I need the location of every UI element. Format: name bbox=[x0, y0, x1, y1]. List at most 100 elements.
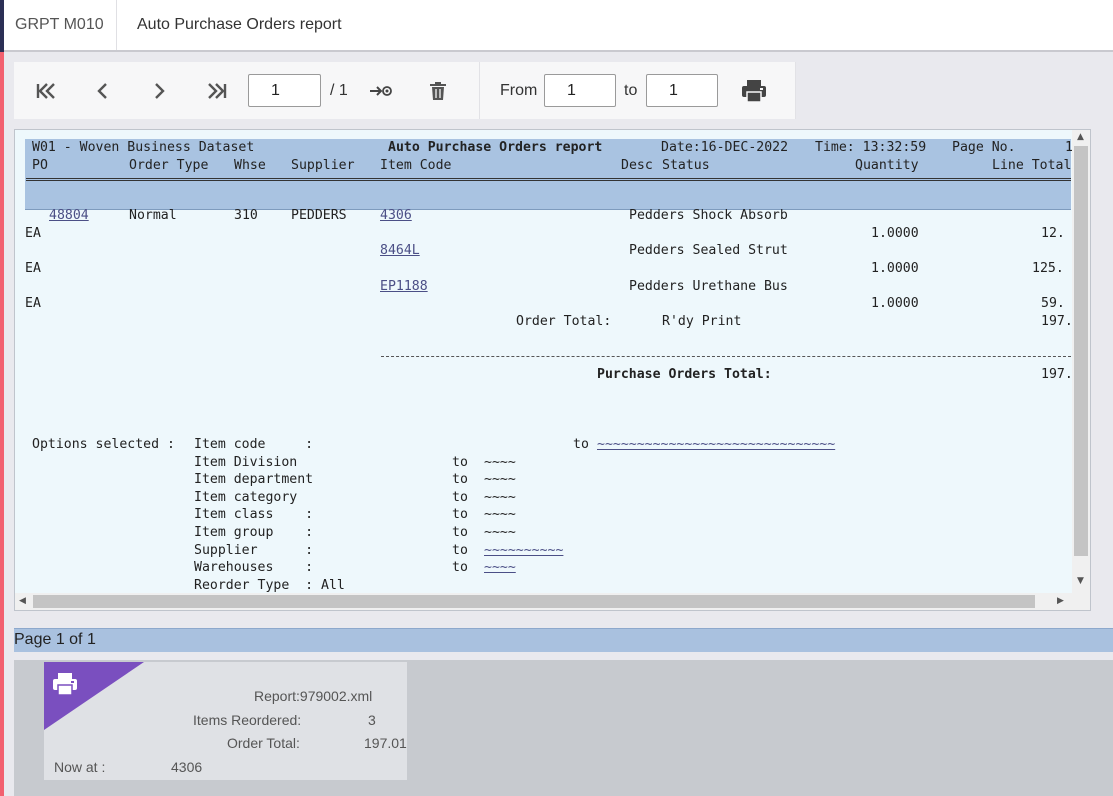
option-to: to bbox=[452, 507, 468, 522]
goto-page-icon bbox=[370, 86, 392, 96]
option-value[interactable]: ~~~~ bbox=[484, 559, 516, 576]
col-line-total: Line Total bbox=[992, 158, 1072, 173]
item-uom: EA bbox=[25, 261, 41, 276]
item-quantity: 1.0000 bbox=[871, 261, 919, 276]
horizontal-scroll-thumb[interactable] bbox=[33, 595, 1035, 608]
scroll-up-icon[interactable]: ▲ bbox=[1077, 132, 1084, 142]
col-desc: Desc bbox=[621, 158, 653, 173]
prev-page-button[interactable] bbox=[88, 76, 118, 106]
report-toolbar: / 1 From to bbox=[14, 62, 796, 119]
from-page-input[interactable] bbox=[544, 74, 616, 107]
option-value: ~~~~ bbox=[484, 490, 516, 505]
col-status: Status bbox=[662, 158, 710, 173]
option-value: ~~~~ bbox=[484, 472, 516, 487]
print-status-card: Report:979002.xml Items Reordered: 3 Ord… bbox=[44, 662, 407, 780]
grand-total-label: Purchase Orders Total: bbox=[597, 367, 772, 382]
item-line-total: 12. bbox=[1041, 226, 1065, 241]
prev-page-icon bbox=[97, 83, 107, 99]
first-page-icon bbox=[36, 83, 55, 99]
option-to: to bbox=[452, 472, 468, 487]
option-value: ~~~~ bbox=[484, 455, 516, 470]
to-label: to bbox=[624, 82, 638, 99]
option-to: to bbox=[452, 543, 468, 558]
first-page-button[interactable] bbox=[31, 76, 61, 106]
col-item-code: Item Code bbox=[380, 158, 452, 173]
last-page-icon bbox=[208, 83, 227, 99]
horizontal-scrollbar[interactable]: ◀ ▶ bbox=[15, 593, 1090, 610]
option-label: Item group : bbox=[194, 525, 314, 540]
grand-total-value: 197. bbox=[1041, 367, 1073, 382]
to-page-input[interactable] bbox=[646, 74, 718, 107]
option-label: Item class : bbox=[194, 507, 314, 522]
option-label: Warehouses : bbox=[194, 560, 314, 575]
header-separator bbox=[26, 178, 1071, 181]
status-order-total-value: 197.01 bbox=[364, 735, 407, 751]
order-total-label: Order Total: bbox=[516, 314, 612, 329]
item-code-link[interactable]: 8464L bbox=[380, 242, 420, 259]
status-order-total-label: Order Total: bbox=[227, 735, 300, 751]
option-to: to bbox=[452, 455, 468, 470]
now-at-label: Now at : bbox=[54, 759, 106, 775]
order-status: R'dy Print bbox=[662, 314, 742, 329]
order-type-value: Normal bbox=[129, 208, 177, 223]
supplier-value: PEDDERS bbox=[291, 208, 347, 223]
page-indicator-bar: Page 1 of 1 bbox=[14, 628, 1113, 652]
next-page-button[interactable] bbox=[144, 76, 174, 106]
report-time: Time: 13:32:59 bbox=[815, 140, 927, 155]
scroll-down-icon[interactable]: ▼ bbox=[1077, 576, 1084, 586]
title-bar: GRPT M010 Auto Purchase Orders report bbox=[4, 0, 1113, 52]
vertical-scroll-thumb[interactable] bbox=[1074, 146, 1088, 556]
delete-button[interactable] bbox=[423, 76, 453, 106]
whse-value: 310 bbox=[234, 208, 258, 223]
option-label: Reorder Type : All bbox=[194, 578, 345, 593]
toolbar-divider bbox=[795, 62, 796, 119]
col-po: PO bbox=[32, 158, 48, 173]
report-date: Date:16-DEC-2022 bbox=[661, 140, 789, 155]
option-to: to bbox=[452, 525, 468, 540]
option-label: Item category bbox=[194, 490, 298, 505]
option-label: Item code : bbox=[194, 437, 314, 452]
left-accent bbox=[0, 52, 4, 796]
goto-page-button[interactable] bbox=[366, 76, 396, 106]
report-viewer: W01 - Woven Business Dataset Auto Purcha… bbox=[14, 129, 1091, 611]
report-title: Auto Purchase Orders report bbox=[388, 140, 603, 155]
option-label: Item Division bbox=[194, 455, 298, 470]
window-title: Auto Purchase Orders report bbox=[137, 16, 342, 33]
program-code: GRPT M010 bbox=[4, 0, 117, 50]
col-order-type: Order Type bbox=[129, 158, 209, 173]
item-quantity: 1.0000 bbox=[871, 296, 919, 311]
option-value[interactable]: ~~~~~~~~~~ bbox=[484, 542, 563, 559]
item-line-total: 59. bbox=[1041, 296, 1065, 311]
item-desc: Pedders Shock Absorb bbox=[629, 208, 788, 223]
item-quantity: 1.0000 bbox=[871, 226, 919, 241]
option-value[interactable]: ~~~~~~~~~~~~~~~~~~~~~~~~~~~~~~ bbox=[597, 436, 835, 453]
now-at-value: 4306 bbox=[171, 759, 203, 775]
item-uom: EA bbox=[25, 226, 41, 241]
page-indicator: Page 1 of 1 bbox=[14, 631, 96, 648]
po-link[interactable]: 48804 bbox=[49, 207, 89, 224]
col-supplier: Supplier bbox=[291, 158, 355, 173]
scroll-left-icon[interactable]: ◀ bbox=[19, 596, 26, 606]
print-icon bbox=[742, 80, 766, 103]
print-button[interactable] bbox=[739, 76, 769, 106]
option-label: Supplier : bbox=[194, 543, 314, 558]
item-desc: Pedders Urethane Bus bbox=[629, 279, 788, 294]
item-uom: EA bbox=[25, 296, 41, 311]
vertical-scrollbar[interactable]: ▲ ▼ bbox=[1072, 130, 1090, 594]
from-label: From bbox=[500, 82, 538, 99]
printer-icon bbox=[53, 673, 77, 696]
option-label: Item department bbox=[194, 472, 314, 487]
page-total-label: / 1 bbox=[330, 82, 348, 99]
last-page-button[interactable] bbox=[202, 76, 232, 106]
option-to: to bbox=[452, 560, 468, 575]
options-heading: Options selected : bbox=[32, 437, 175, 452]
item-code-link[interactable]: EP1188 bbox=[380, 278, 428, 295]
page-number-input[interactable] bbox=[248, 74, 321, 107]
item-code-link[interactable]: 4306 bbox=[380, 207, 412, 224]
scroll-right-icon[interactable]: ▶ bbox=[1057, 596, 1064, 606]
total-separator bbox=[381, 356, 1071, 357]
items-reordered-value: 3 bbox=[368, 712, 376, 728]
status-report-file: Report:979002.xml bbox=[254, 688, 373, 704]
option-value: ~~~~ bbox=[484, 507, 516, 522]
next-page-icon bbox=[155, 83, 165, 99]
